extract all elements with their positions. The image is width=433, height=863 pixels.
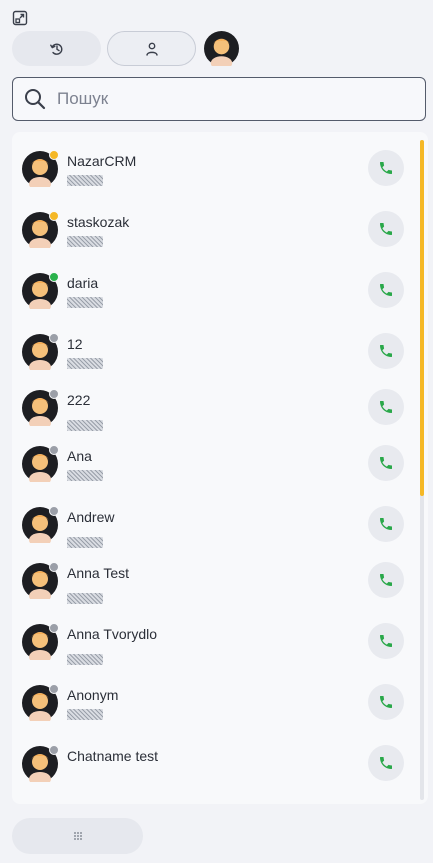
contact-name: Anna Tvorydlo xyxy=(67,626,158,642)
status-indicator xyxy=(49,623,59,633)
status-indicator xyxy=(49,684,59,694)
contact-avatar xyxy=(22,333,59,370)
status-indicator xyxy=(49,211,59,221)
contact-name: 12 xyxy=(67,336,83,352)
status-indicator xyxy=(49,506,59,516)
contact-extension-redacted xyxy=(67,593,103,604)
contact-row[interactable]: Chatname test xyxy=(12,745,412,786)
contact-row[interactable]: Anna Test xyxy=(12,562,412,604)
contact-row[interactable]: 222 xyxy=(12,389,412,431)
phone-icon xyxy=(380,696,392,708)
grip-dots-icon xyxy=(73,832,82,840)
contact-row[interactable]: Anonym xyxy=(12,684,412,725)
status-indicator xyxy=(49,562,59,572)
call-button[interactable] xyxy=(368,562,404,598)
top-tabs xyxy=(12,31,239,70)
phone-icon xyxy=(380,757,392,769)
contact-avatar xyxy=(22,272,59,309)
phone-icon xyxy=(380,345,392,357)
status-indicator xyxy=(49,272,59,282)
contact-extension-redacted xyxy=(67,236,103,247)
phone-icon xyxy=(380,574,392,586)
contact-avatar xyxy=(22,684,59,721)
contact-avatar xyxy=(22,389,59,426)
contact-name: Anna Test xyxy=(67,565,130,581)
user-avatar[interactable] xyxy=(204,31,239,70)
contact-avatar xyxy=(22,445,59,482)
status-indicator xyxy=(49,445,59,455)
call-button[interactable] xyxy=(368,333,404,369)
status-indicator xyxy=(49,333,59,343)
call-button[interactable] xyxy=(368,623,404,659)
contact-avatar xyxy=(22,506,59,543)
phone-icon xyxy=(380,401,392,413)
scrollbar-thumb[interactable] xyxy=(420,140,424,496)
person-icon xyxy=(145,42,158,56)
call-button[interactable] xyxy=(368,445,404,481)
contact-avatar xyxy=(22,150,59,187)
phone-icon xyxy=(380,457,392,469)
contact-name: daria xyxy=(67,275,99,291)
contact-name: Andrew xyxy=(67,509,115,525)
user-avatar-icon xyxy=(204,31,239,70)
contact-extension-redacted xyxy=(67,654,103,665)
history-icon xyxy=(49,43,62,55)
contact-row[interactable]: Ana xyxy=(12,445,412,486)
contact-extension-redacted xyxy=(67,175,103,186)
contact-extension-redacted xyxy=(67,297,103,308)
phone-icon xyxy=(380,518,392,530)
contact-name: 222 xyxy=(67,392,91,408)
search-input[interactable] xyxy=(55,88,399,110)
phone-icon xyxy=(380,162,392,174)
contact-row[interactable]: Andrew xyxy=(12,506,412,548)
contact-name: NazarCRM xyxy=(67,153,137,169)
status-indicator xyxy=(49,150,59,160)
contact-name: Anonym xyxy=(67,687,119,703)
contact-extension-redacted xyxy=(67,709,103,720)
tab-history[interactable] xyxy=(12,31,101,66)
expand-icon xyxy=(12,10,28,26)
call-button[interactable] xyxy=(368,684,404,720)
contact-row[interactable]: daria xyxy=(12,272,412,313)
contact-extension-redacted xyxy=(67,470,103,481)
phone-icon xyxy=(380,223,392,235)
call-button[interactable] xyxy=(368,272,404,308)
phone-icon xyxy=(380,635,392,647)
contact-row[interactable]: Anna Tvorydlo xyxy=(12,623,412,665)
contact-avatar xyxy=(22,211,59,248)
contact-row[interactable]: staskozak xyxy=(12,211,412,252)
call-button[interactable] xyxy=(368,506,404,542)
call-button[interactable] xyxy=(368,211,404,247)
phone-icon xyxy=(380,284,392,296)
call-button[interactable] xyxy=(368,389,404,425)
contact-row[interactable]: 12 xyxy=(12,333,412,374)
call-button[interactable] xyxy=(368,745,404,781)
expand-window-button[interactable] xyxy=(12,10,28,26)
status-indicator xyxy=(49,389,59,399)
drag-handle[interactable] xyxy=(12,818,143,854)
contact-extension-redacted xyxy=(67,537,103,548)
contact-avatar xyxy=(22,745,59,782)
contact-avatar xyxy=(22,623,59,660)
contact-name: staskozak xyxy=(67,214,130,230)
contact-avatar xyxy=(22,562,59,599)
contact-extension-redacted xyxy=(67,420,103,431)
call-button[interactable] xyxy=(368,150,404,186)
contact-row[interactable]: NazarCRM xyxy=(12,150,412,191)
contact-name: Ana xyxy=(67,448,92,464)
tab-contacts[interactable] xyxy=(107,31,196,66)
contact-name: Chatname test xyxy=(67,748,159,764)
scrollbar[interactable] xyxy=(420,140,424,800)
contact-extension-redacted xyxy=(67,358,103,369)
status-indicator xyxy=(49,745,59,755)
contacts-list[interactable]: NazarCRM staskozak daria 12 222 Ana Andrew Anna… xyxy=(12,132,428,804)
search-icon xyxy=(25,89,46,110)
search-box[interactable] xyxy=(12,77,426,121)
